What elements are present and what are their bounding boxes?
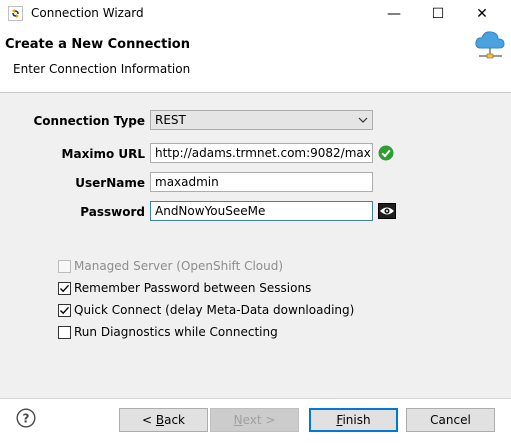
footer-separator bbox=[0, 398, 511, 399]
eye-icon bbox=[380, 207, 394, 215]
form-panel bbox=[0, 93, 511, 398]
wizard-page-title: Create a New Connection bbox=[5, 37, 190, 52]
connection-type-select[interactable]: REST bbox=[150, 110, 373, 130]
finish-label: inish bbox=[342, 413, 371, 427]
check-circle-icon bbox=[378, 145, 394, 161]
minimize-button[interactable]: — bbox=[372, 0, 416, 28]
next-mnemonic: N bbox=[233, 413, 243, 427]
connection-type-label: Connection Type bbox=[33, 114, 145, 128]
maximize-button[interactable]: ☐ bbox=[416, 0, 460, 28]
back-prefix: < bbox=[141, 413, 156, 427]
managed-server-checkbox bbox=[58, 260, 71, 273]
back-mnemonic: B bbox=[155, 413, 165, 427]
back-button[interactable]: < Back bbox=[119, 408, 208, 432]
back-label: ack bbox=[164, 413, 185, 427]
next-button: Next > bbox=[210, 408, 299, 432]
question-circle-icon[interactable]: ? bbox=[16, 408, 36, 428]
username-input[interactable]: maxadmin bbox=[150, 172, 373, 192]
cloud-network-icon bbox=[473, 28, 507, 64]
password-label: Password bbox=[80, 205, 145, 219]
next-label: ext > bbox=[242, 413, 276, 427]
finish-button[interactable]: Finish bbox=[309, 408, 398, 432]
close-button[interactable]: ✕ bbox=[460, 0, 504, 28]
run-diagnostics-checkbox[interactable] bbox=[58, 326, 71, 339]
remember-password-checkbox[interactable] bbox=[58, 282, 71, 295]
wizard-page-subtitle: Enter Connection Information bbox=[13, 62, 191, 76]
maximo-url-input[interactable]: http://adams.trmnet.com:9082/maximo bbox=[150, 143, 373, 163]
svg-text:?: ? bbox=[23, 412, 30, 426]
remember-password-label: Remember Password between Sessions bbox=[74, 281, 312, 295]
maximo-url-label: Maximo URL bbox=[61, 147, 145, 161]
quick-connect-checkbox[interactable] bbox=[58, 304, 71, 317]
run-diagnostics-label: Run Diagnostics while Connecting bbox=[74, 325, 278, 339]
show-password-button[interactable] bbox=[378, 203, 396, 219]
window-title: Connection Wizard bbox=[31, 6, 144, 20]
chevron-down-icon bbox=[358, 111, 368, 129]
cancel-button[interactable]: Cancel bbox=[406, 408, 495, 432]
username-label: UserName bbox=[75, 176, 145, 190]
app-icon bbox=[8, 6, 23, 21]
managed-server-label: Managed Server (OpenShift Cloud) bbox=[74, 259, 284, 273]
password-input[interactable]: AndNowYouSeeMe bbox=[150, 201, 373, 221]
quick-connect-label: Quick Connect (delay Meta-Data downloadi… bbox=[74, 303, 355, 317]
connection-type-value: REST bbox=[155, 113, 186, 127]
